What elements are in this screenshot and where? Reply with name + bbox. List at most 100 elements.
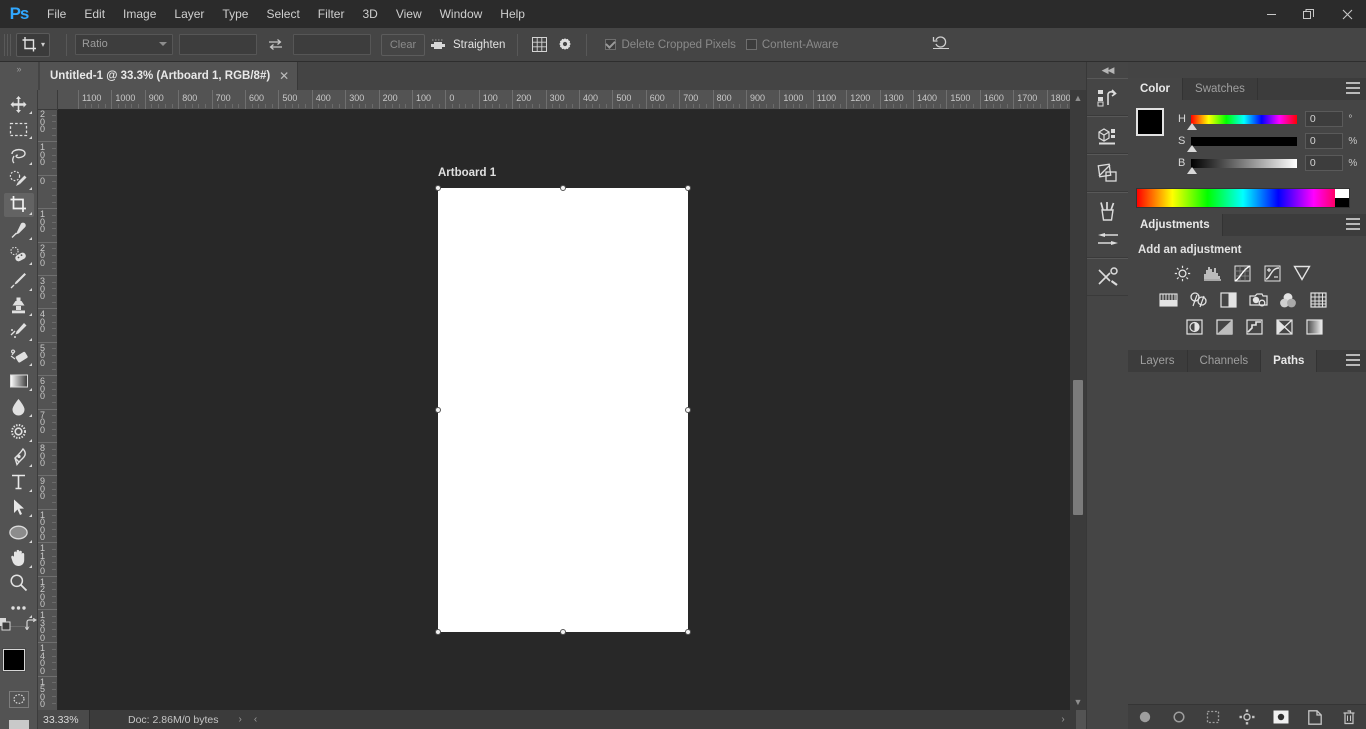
crop-handle-top-left[interactable] [435, 185, 441, 191]
crop-settings-button[interactable] [552, 33, 578, 57]
tab-adjustments[interactable]: Adjustments [1128, 214, 1223, 236]
crop-overlay-button[interactable] [526, 33, 552, 57]
artboard-label[interactable]: Artboard 1 [438, 167, 496, 179]
tab-layers[interactable]: Layers [1128, 350, 1188, 372]
eraser-tool[interactable] [4, 344, 34, 368]
brush-settings-button[interactable] [1092, 225, 1124, 253]
horizontal-ruler[interactable]: 1100 1000 900 800 700 600 500 400 300 200 100 0 100 2… [58, 90, 1070, 110]
type-tool[interactable] [4, 470, 34, 494]
invert-icon[interactable] [1184, 318, 1204, 336]
ellipse-tool[interactable] [4, 520, 34, 544]
properties-panel-button[interactable] [1092, 159, 1124, 187]
posterize-icon[interactable] [1214, 318, 1234, 336]
load-path-as-selection-button[interactable] [1204, 708, 1222, 726]
quick-mask-button[interactable] [8, 690, 29, 708]
menu-window[interactable]: Window [431, 0, 492, 28]
menu-filter[interactable]: Filter [309, 0, 354, 28]
3d-panel-button[interactable] [1092, 121, 1124, 149]
close-button[interactable] [1328, 0, 1366, 28]
status-expand-button[interactable]: › [238, 714, 241, 725]
active-tool-preset-picker[interactable]: ▾ [16, 32, 51, 57]
crop-handle-middle-right[interactable] [685, 407, 691, 413]
color-panel-foreground-swatch[interactable] [1136, 108, 1164, 136]
screen-mode-button[interactable] [8, 719, 29, 729]
zoom-level-input[interactable]: 33.33% [38, 710, 90, 729]
panel-menu-icon[interactable] [1346, 354, 1360, 366]
exposure-icon[interactable] [1262, 264, 1282, 282]
minimize-button[interactable] [1252, 0, 1290, 28]
scroll-up-arrow[interactable]: ▲ [1070, 90, 1086, 106]
stroke-path-button[interactable] [1170, 708, 1188, 726]
saturation-slider-thumb[interactable] [1187, 144, 1198, 152]
black-white-icon[interactable] [1218, 291, 1238, 309]
vibrance-icon[interactable] [1292, 264, 1312, 282]
hue-slider[interactable] [1187, 114, 1297, 130]
menu-select[interactable]: Select [257, 0, 308, 28]
threshold-icon[interactable] [1244, 318, 1264, 336]
canvas-vertical-scrollbar[interactable]: ▲ ▼ [1070, 90, 1086, 710]
canvas-area[interactable]: Artboard 1 [58, 110, 1070, 710]
menu-image[interactable]: Image [114, 0, 165, 28]
brightness-input[interactable]: 0 [1304, 155, 1344, 171]
menu-help[interactable]: Help [491, 0, 534, 28]
brightness-contrast-icon[interactable] [1172, 264, 1192, 282]
clear-button[interactable]: Clear [381, 33, 426, 56]
saturation-slider[interactable] [1187, 136, 1297, 152]
crop-handle-bottom-center[interactable] [560, 629, 566, 635]
rectangular-marquee-tool[interactable] [4, 117, 34, 141]
create-new-path-button[interactable] [1306, 708, 1324, 726]
menu-file[interactable]: File [38, 0, 75, 28]
scroll-right-arrow[interactable]: › [1050, 710, 1076, 729]
move-tool[interactable] [4, 92, 34, 116]
path-selection-tool[interactable] [4, 495, 34, 519]
crop-height-input[interactable] [293, 34, 372, 55]
saturation-input[interactable]: 0 [1304, 133, 1344, 149]
photo-filter-icon[interactable] [1248, 291, 1268, 309]
add-layer-mask-button[interactable] [1272, 708, 1290, 726]
scroll-left-arrow[interactable]: ‹ [254, 714, 257, 725]
menu-3d[interactable]: 3D [353, 0, 386, 28]
panel-menu-icon[interactable] [1346, 82, 1360, 94]
curves-icon[interactable] [1232, 264, 1252, 282]
swap-colors-button[interactable] [24, 618, 38, 633]
pen-tool[interactable] [4, 445, 34, 469]
fill-path-button[interactable] [1136, 708, 1154, 726]
document-tab[interactable]: Untitled-1 @ 33.3% (Artboard 1, RGB/8#) … [40, 62, 299, 90]
menu-type[interactable]: Type [213, 0, 257, 28]
delete-path-button[interactable] [1340, 708, 1358, 726]
lasso-tool[interactable] [4, 142, 34, 166]
blur-tool[interactable] [4, 394, 34, 418]
brightness-slider[interactable] [1187, 158, 1297, 174]
brightness-slider-thumb[interactable] [1187, 166, 1198, 174]
menu-edit[interactable]: Edit [75, 0, 114, 28]
hand-tool[interactable] [4, 546, 34, 570]
levels-icon[interactable] [1202, 264, 1222, 282]
crop-tool[interactable] [3, 192, 34, 218]
ruler-corner[interactable] [38, 90, 58, 110]
content-aware-checkbox[interactable]: Content-Aware [745, 39, 838, 51]
menu-layer[interactable]: Layer [165, 0, 213, 28]
crop-handle-bottom-right[interactable] [685, 629, 691, 635]
straighten-label[interactable]: Straighten [453, 39, 505, 51]
swap-dimensions-button[interactable] [263, 34, 287, 56]
gradient-map-icon[interactable] [1304, 318, 1324, 336]
zoom-tool[interactable] [4, 571, 34, 595]
close-icon[interactable]: ✕ [279, 69, 289, 83]
brush-tool[interactable] [4, 268, 34, 292]
hue-saturation-icon[interactable] [1158, 291, 1178, 309]
history-panel-button[interactable] [1092, 83, 1124, 111]
toolbar-collapse-button[interactable]: » [0, 62, 38, 90]
delete-cropped-pixels-checkbox[interactable]: Delete Cropped Pixels [605, 39, 736, 51]
tool-presets-button[interactable] [1092, 263, 1124, 291]
history-brush-tool[interactable] [4, 319, 34, 343]
clone-stamp-tool[interactable] [4, 294, 34, 318]
menu-view[interactable]: View [387, 0, 431, 28]
tab-channels[interactable]: Channels [1188, 350, 1262, 372]
panel-menu-icon[interactable] [1346, 218, 1360, 230]
scroll-down-arrow[interactable]: ▼ [1070, 694, 1086, 710]
gradient-tool[interactable] [4, 369, 34, 393]
artboard-1[interactable] [438, 188, 688, 632]
default-colors-button[interactable] [0, 618, 11, 636]
quick-selection-tool[interactable] [4, 168, 34, 192]
spot-healing-brush-tool[interactable] [4, 243, 34, 267]
